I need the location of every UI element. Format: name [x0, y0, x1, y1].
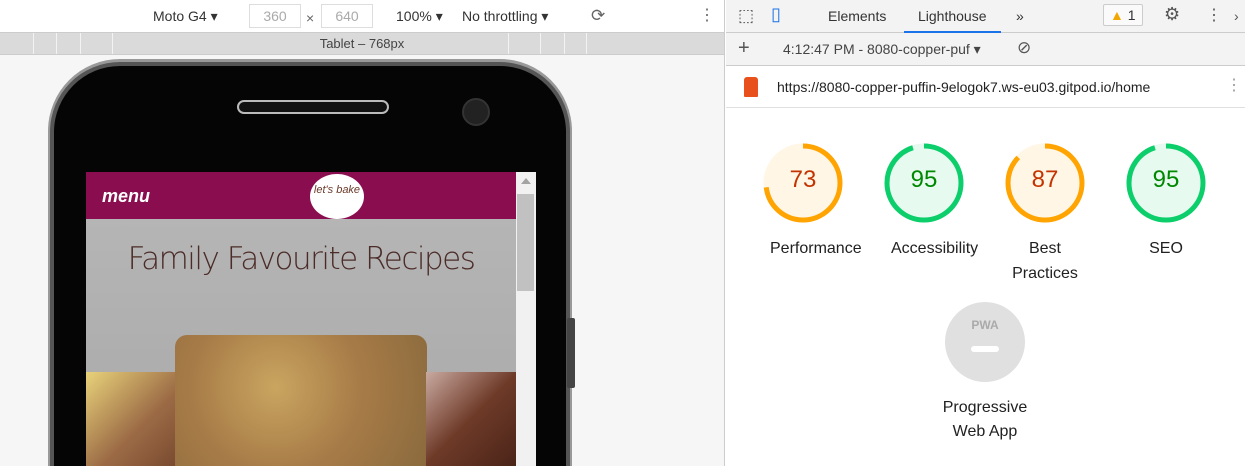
gauge-accessibility[interactable]: 95 Accessibility — [883, 142, 978, 261]
device-select[interactable]: Moto G4 ▾ — [153, 8, 218, 25]
close-icon[interactable]: › — [1234, 8, 1239, 24]
gauge-performance[interactable]: 73 Performance — [762, 142, 862, 261]
more-options-icon[interactable]: ⋮ — [699, 5, 715, 25]
devtools-pane: ⬚ ▯ Elements Lighthouse » ▲ 1 ⚙ ⋮ › + 4:… — [726, 0, 1245, 466]
report-menu-icon[interactable]: ⋮ — [1226, 75, 1242, 95]
inspect-element-icon[interactable]: ⬚ — [738, 6, 754, 26]
throttling-select[interactable]: No throttling ▾ — [462, 8, 548, 25]
times-sign: × — [306, 10, 315, 26]
scrollbar[interactable] — [516, 172, 536, 466]
hero-section: Family Favourite Recipes — [86, 219, 516, 466]
width-input[interactable]: 360 — [249, 4, 301, 28]
page-title: Family Favourite Recipes — [127, 241, 476, 277]
device-toolbar: Moto G4 ▾ 360 × 640 100% ▾ No throttling… — [0, 0, 724, 33]
height-input[interactable]: 640 — [321, 4, 373, 28]
more-options-icon[interactable]: ⋮ — [1206, 5, 1222, 25]
rotate-icon[interactable]: ⟳ — [591, 6, 605, 26]
speaker — [237, 100, 389, 114]
zoom-value: 100% — [396, 8, 432, 24]
camera — [462, 98, 490, 126]
phone-side-button — [567, 318, 575, 388]
tab-lighthouse[interactable]: Lighthouse — [904, 8, 1001, 33]
menu-button[interactable]: menu — [102, 186, 150, 207]
media-query-ruler[interactable]: Tablet – 768px — [0, 33, 724, 55]
warnings-count: 1 — [1127, 7, 1136, 23]
settings-icon[interactable]: ⚙ — [1164, 4, 1180, 25]
recipe-image-right[interactable] — [426, 372, 516, 466]
gauge-score: 95 — [1152, 166, 1180, 193]
report-url-bar: https://8080-copper-puffin-9elogok7.ws-e… — [726, 66, 1245, 108]
warnings-badge[interactable]: ▲ 1 — [1103, 4, 1143, 26]
site-logo[interactable]: let's bake — [310, 174, 364, 219]
device-emulation-pane: Moto G4 ▾ 360 × 640 100% ▾ No throttling… — [0, 0, 725, 466]
gauge-score: 73 — [789, 166, 817, 193]
zoom-select[interactable]: 100% ▾ — [396, 8, 443, 25]
report-select-value: 4:12:47 PM - 8080-copper-puf — [783, 41, 970, 57]
gauge-score: 95 — [910, 166, 938, 193]
emulated-viewport: menu let's bake Family Favourite Recipes — [86, 172, 536, 466]
report-url[interactable]: https://8080-copper-puffin-9elogok7.ws-e… — [777, 79, 1150, 95]
new-report-icon[interactable]: + — [738, 37, 750, 60]
clear-icon[interactable]: ⊘ — [1017, 38, 1031, 58]
recipe-image-center[interactable] — [175, 335, 427, 466]
device-toggle-icon[interactable]: ▯ — [771, 4, 781, 25]
pwa-badge: PWA — [945, 302, 1025, 382]
report-select[interactable]: 4:12:47 PM - 8080-copper-puf ▾ — [783, 41, 981, 58]
lighthouse-toolbar: + 4:12:47 PM - 8080-copper-puf ▾ ⊘ — [726, 33, 1245, 66]
ruler-label: Tablet – 768px — [319, 36, 405, 51]
recipe-image-left[interactable] — [86, 372, 176, 466]
pwa-gauge[interactable]: PWA Progressive Web App — [925, 302, 1045, 444]
gauge-label: SEO — [1149, 240, 1183, 257]
tab-elements[interactable]: Elements — [828, 8, 886, 24]
gauge-best-practices[interactable]: 87 Best Practices — [1004, 142, 1086, 286]
pwa-label: Progressive Web App — [942, 399, 1028, 440]
gauge-score: 87 — [1031, 166, 1059, 193]
device-name: Moto G4 — [153, 8, 207, 24]
devtools-tabbar: ⬚ ▯ Elements Lighthouse » ▲ 1 ⚙ ⋮ › — [726, 0, 1245, 33]
throttling-value: No throttling — [462, 8, 538, 24]
lighthouse-icon — [744, 77, 758, 97]
gauge-seo[interactable]: 95 SEO — [1125, 142, 1207, 261]
more-tabs-icon[interactable]: » — [1016, 8, 1024, 24]
site-header: menu let's bake — [86, 172, 536, 219]
pwa-badge-text: PWA — [971, 318, 999, 332]
